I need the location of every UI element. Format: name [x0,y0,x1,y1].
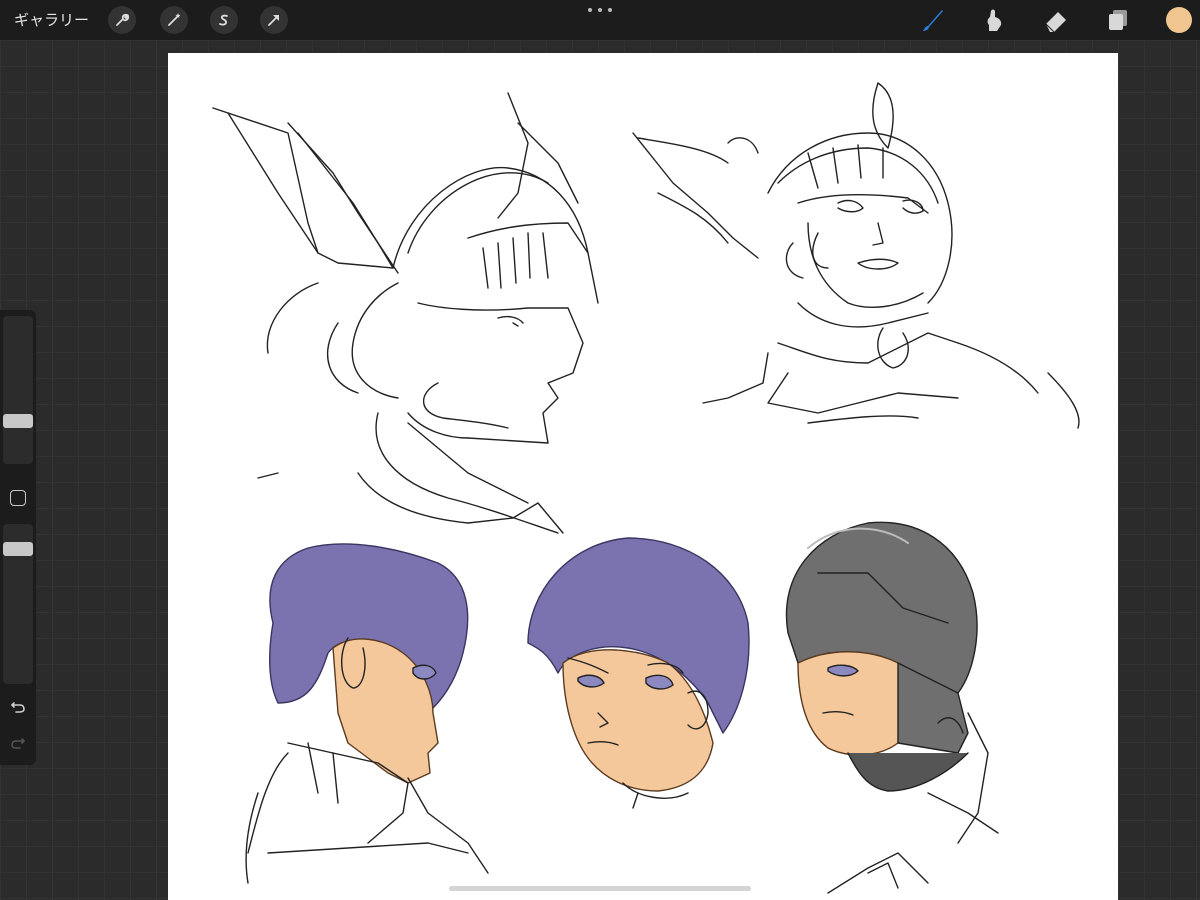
brush-size-thumb[interactable] [3,413,33,428]
drawing-canvas[interactable] [168,53,1118,900]
dot [588,8,592,12]
actions-wrench-icon[interactable] [108,6,136,34]
redo-icon[interactable] [6,730,30,754]
sketch-helmet-face [632,82,1080,429]
undo-icon[interactable] [6,694,30,718]
colored-head-profile [245,543,489,884]
colored-head-front [527,537,750,809]
eraser-icon[interactable] [1042,6,1070,34]
color-swatch-button[interactable] [1166,7,1192,33]
left-sidebar [0,310,36,765]
opacity-thumb[interactable] [3,541,33,556]
adjustments-wand-icon[interactable] [160,6,188,34]
gallery-button[interactable]: ギャラリー [14,8,89,32]
colored-head-helmet [785,521,999,889]
dot [598,8,602,12]
selection-s-icon[interactable] [210,6,238,34]
modify-button[interactable] [10,490,26,506]
brush-size-slider[interactable] [3,316,33,464]
more-options-dots-icon[interactable] [588,4,612,16]
layers-icon[interactable] [1104,6,1132,34]
sketch-artwork [212,82,1080,894]
brush-icon[interactable] [918,6,946,34]
top-toolbar: ギャラリー [0,0,1200,40]
home-indicator [449,886,751,891]
sketch-profile-helmet [212,92,599,534]
transform-arrow-icon[interactable] [260,6,288,34]
dot [608,8,612,12]
smudge-icon[interactable] [980,6,1008,34]
